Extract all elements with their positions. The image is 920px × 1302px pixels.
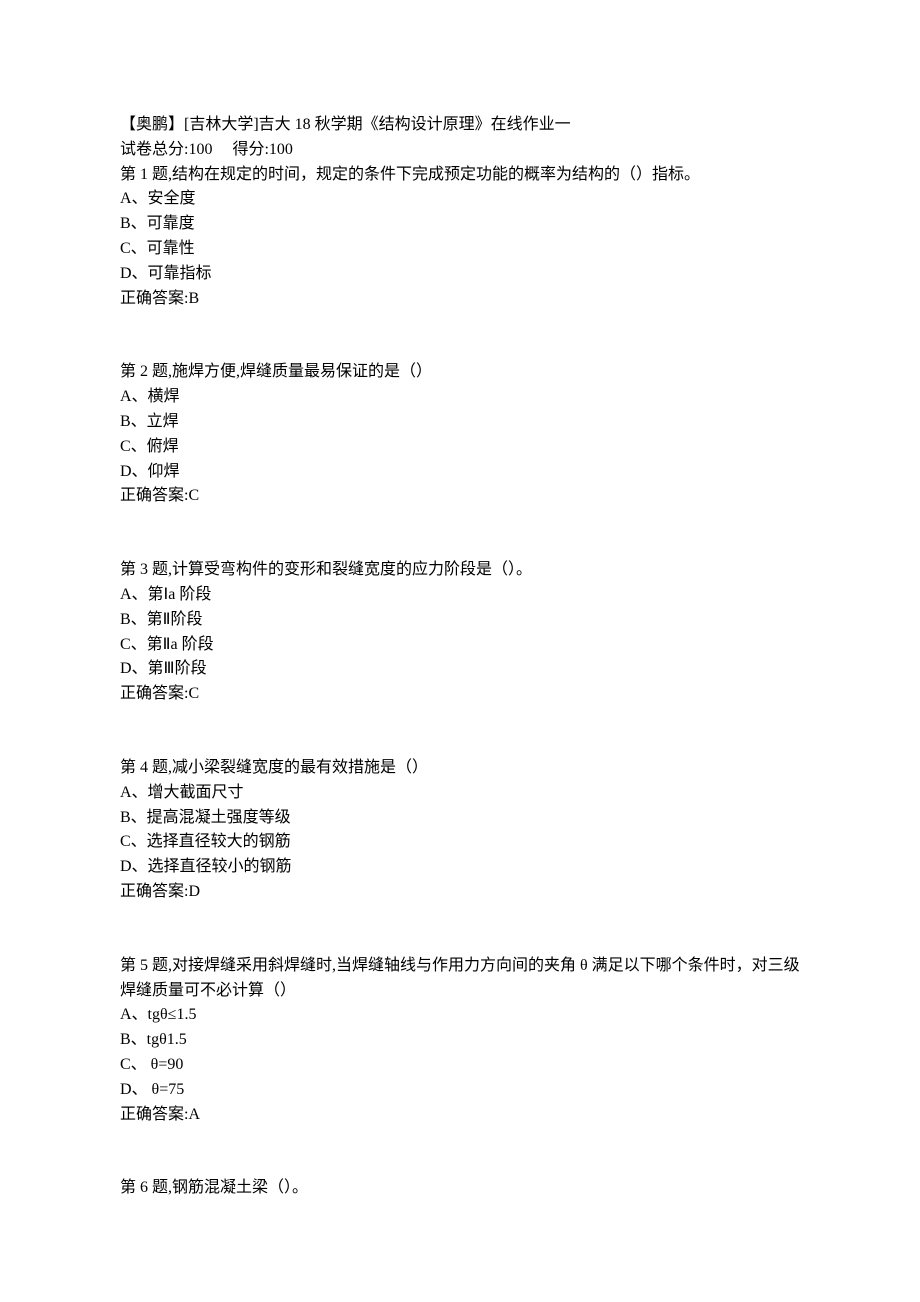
question-answer: 正确答案:A: [120, 1103, 800, 1128]
question-stem: 第 1 题,结构在规定的时间，规定的条件下完成预定功能的概率为结构的（）指标。: [120, 163, 800, 188]
question-option: D、 θ=75: [120, 1078, 800, 1103]
score-line: 试卷总分:100 得分:100: [120, 138, 800, 163]
question-stem: 第 2 题,施焊方便,焊缝质量最易保证的是（）: [120, 360, 800, 385]
question-option: B、提高混凝土强度等级: [120, 806, 800, 831]
question-option: C、 θ=90: [120, 1053, 800, 1078]
question-option: A、安全度: [120, 187, 800, 212]
question-option: B、可靠度: [120, 212, 800, 237]
question-option: C、第Ⅱa 阶段: [120, 633, 800, 658]
score-label: 得分:100: [232, 141, 292, 158]
question-answer: 正确答案:C: [120, 484, 800, 509]
spacer: [120, 311, 800, 360]
question-option: B、第Ⅱ阶段: [120, 608, 800, 633]
question-option: C、可靠性: [120, 237, 800, 262]
question-answer: 正确答案:B: [120, 287, 800, 312]
spacer: [120, 509, 800, 558]
question-answer: 正确答案:D: [120, 880, 800, 905]
question-option: B、立焊: [120, 410, 800, 435]
question-option: D、可靠指标: [120, 262, 800, 287]
question-option: A、第Ⅰa 阶段: [120, 583, 800, 608]
total-score-label: 试卷总分:100: [120, 141, 212, 158]
question-option: B、tgθ1.5: [120, 1028, 800, 1053]
page: 【奥鹏】[吉林大学]吉大 18 秋学期《结构设计原理》在线作业一 试卷总分:10…: [0, 0, 920, 1302]
question-option: D、仰焊: [120, 460, 800, 485]
question-option: D、选择直径较小的钢筋: [120, 855, 800, 880]
question-stem: 第 4 题,减小梁裂缝宽度的最有效措施是（）: [120, 756, 800, 781]
question-option: A、增大截面尺寸: [120, 781, 800, 806]
document-title: 【奥鹏】[吉林大学]吉大 18 秋学期《结构设计原理》在线作业一: [120, 113, 800, 138]
question-stem: 第 6 题,钢筋混凝土梁（）。: [120, 1176, 800, 1201]
spacer: [120, 1127, 800, 1176]
question-option: C、俯焊: [120, 435, 800, 460]
question-option: D、第Ⅲ阶段: [120, 657, 800, 682]
question-answer: 正确答案:C: [120, 682, 800, 707]
question-stem: 第 3 题,计算受弯构件的变形和裂缝宽度的应力阶段是（）。: [120, 558, 800, 583]
question-option: A、横焊: [120, 385, 800, 410]
question-stem: 第 5 题,对接焊缝采用斜焊缝时,当焊缝轴线与作用力方向间的夹角 θ 满足以下哪…: [120, 954, 800, 1004]
spacer: [120, 905, 800, 954]
spacer: [120, 707, 800, 756]
question-option: C、选择直径较大的钢筋: [120, 830, 800, 855]
question-option: A、tgθ≤1.5: [120, 1003, 800, 1028]
